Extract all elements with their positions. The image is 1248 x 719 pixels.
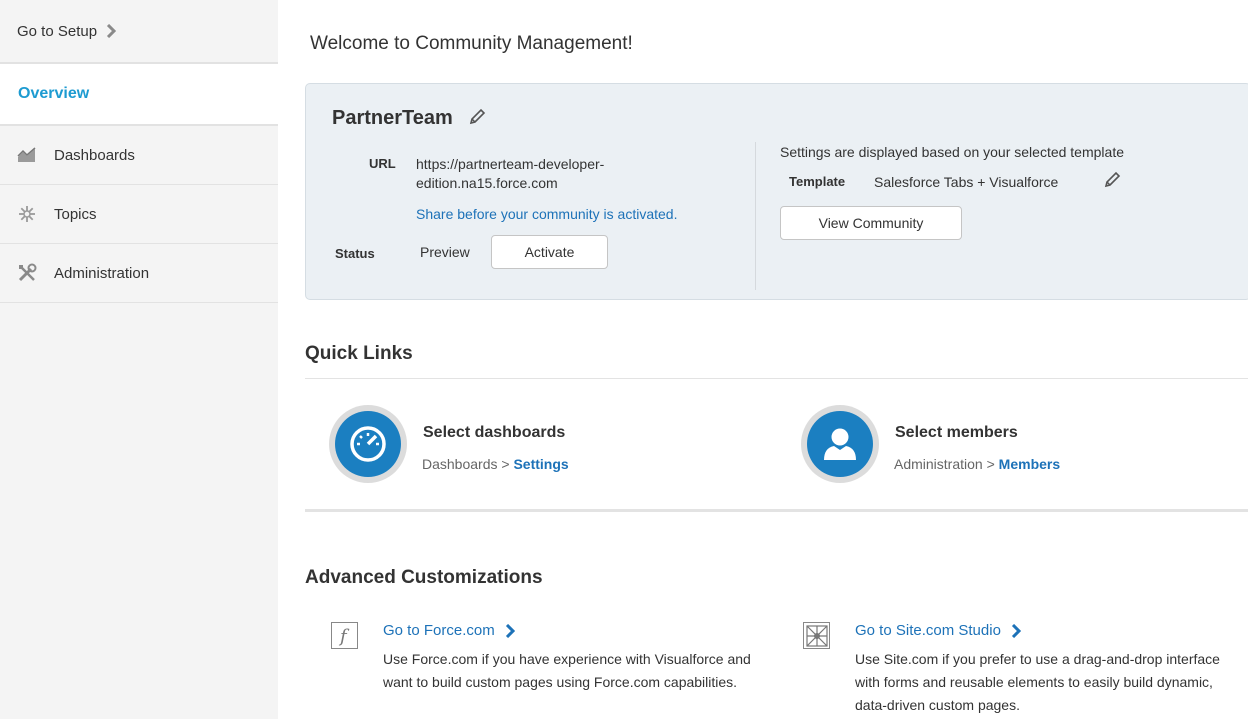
sidebar-item-overview[interactable]: Overview [0,64,278,126]
go-to-force-com-label: Go to Force.com [383,622,495,639]
status-label: Status [335,246,375,261]
chevron-right-icon [106,24,117,38]
go-to-setup-link[interactable]: Go to Setup [0,0,278,64]
community-card: PartnerTeam URL https://partnerteam-deve… [305,83,1248,300]
quick-link-title: Select members [895,424,1018,441]
quick-link-path-prefix: Dashboards > [422,456,510,472]
settings-note: Settings are displayed based on your sel… [780,144,1124,160]
sidebar-item-label: Dashboards [54,146,135,164]
force-com-icon: f [331,622,358,649]
quick-links-divider [305,378,1248,379]
sidebar-item-dashboards[interactable]: Dashboards [0,126,278,185]
quick-link-path: Administration > Members [894,456,1060,472]
go-to-site-com-studio-link[interactable]: Go to Site.com Studio [855,622,1021,639]
settings-link[interactable]: Settings [513,456,568,472]
go-to-force-com-link[interactable]: Go to Force.com [383,622,515,639]
dashboards-quick-link-icon[interactable] [329,405,407,483]
community-name: PartnerTeam [332,107,453,129]
chevron-right-icon [1011,623,1021,638]
go-to-site-com-studio-label: Go to Site.com Studio [855,622,1001,639]
template-label: Template [789,174,846,189]
advanced-customizations-heading: Advanced Customizations [305,567,543,588]
force-com-description: Use Force.com if you have experience wit… [383,651,751,690]
quick-link-title: Select dashboards [423,424,566,441]
svg-text:f: f [338,626,350,647]
site-com-studio-icon [803,622,830,649]
chevron-right-icon [505,623,515,638]
view-community-button[interactable]: View Community [780,206,962,240]
sidebar-item-administration[interactable]: Administration [0,244,278,303]
card-divider [755,142,756,290]
go-to-setup-label: Go to Setup [17,22,98,40]
url-line2: edition.na15.force.com [416,175,558,191]
main-content: Welcome to Community Management! Partner… [278,0,1248,719]
members-quick-link-icon[interactable] [801,405,879,483]
sidebar-item-label: Administration [54,264,150,282]
status-value: Preview [420,244,470,260]
site-com-description: Use Site.com if you prefer to use a drag… [855,651,1220,713]
administration-icon [16,262,38,284]
dashboards-icon [16,144,38,166]
url-label: URL [369,156,396,171]
url-line1: https://partnerteam-developer- [416,156,605,172]
topics-icon [16,203,38,225]
sidebar-item-label: Topics [54,205,97,223]
sidebar-item-label: Overview [18,85,90,102]
sidebar-item-topics[interactable]: Topics [0,185,278,244]
edit-template-pencil-icon[interactable] [1103,171,1121,189]
activate-button[interactable]: Activate [491,235,608,269]
quick-links-heading: Quick Links [305,343,413,364]
quick-link-path-prefix: Administration > [894,456,995,472]
page-title: Welcome to Community Management! [310,33,633,54]
section-divider [305,509,1248,512]
members-link[interactable]: Members [999,456,1060,472]
edit-pencil-icon[interactable] [468,108,486,126]
template-value: Salesforce Tabs + Visualforce [874,174,1059,190]
quick-link-path: Dashboards > Settings [422,456,569,472]
sidebar: Go to Setup Overview Dashboards Topics A… [0,0,278,719]
share-link[interactable]: Share before your community is activated… [416,206,677,222]
